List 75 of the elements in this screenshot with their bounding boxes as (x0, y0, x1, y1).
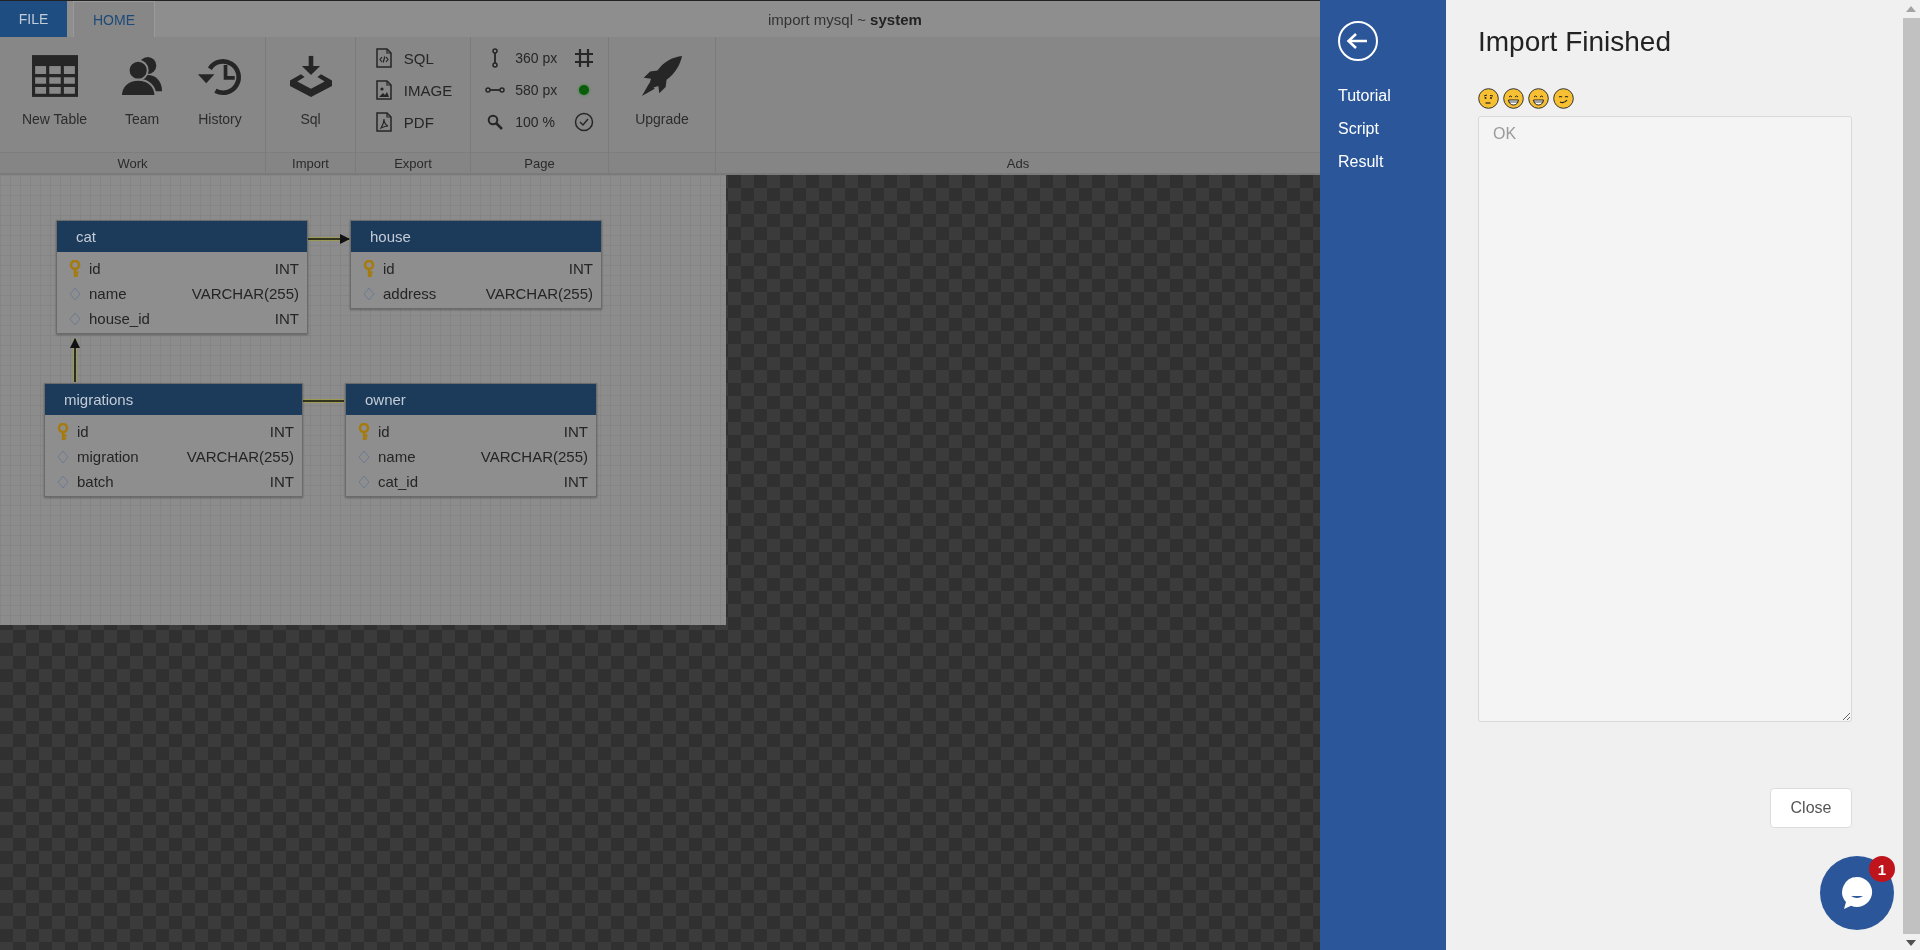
column-name: name (378, 448, 417, 465)
table-name: house (351, 221, 601, 252)
nav-link[interactable]: Result (1320, 145, 1446, 178)
column-type: VARCHAR(255) (186, 448, 294, 465)
table-name: migrations (45, 384, 302, 415)
relation-arrow (306, 234, 350, 244)
column-name: migration (77, 448, 140, 465)
group-label: Export (394, 155, 432, 171)
relation-line (301, 399, 345, 403)
table-card[interactable]: migrations id INT migration VARCHAR(255) batch INT (44, 383, 303, 497)
group-label: Page (524, 155, 555, 171)
ribbon-button[interactable]: Upgrade (631, 43, 693, 152)
column-name: name (89, 285, 128, 302)
group-label: Work (117, 155, 148, 171)
ribbon-tab[interactable]: FILE (0, 1, 67, 37)
column-name: house_id (89, 310, 151, 327)
column-name: id (89, 260, 102, 277)
export-button[interactable]: PDF (373, 109, 453, 135)
nav-link[interactable]: Tutorial (1320, 79, 1446, 112)
smiley-icon (1478, 88, 1499, 109)
dialog-title: Import Finished (1478, 26, 1672, 58)
nav-link[interactable]: Script (1320, 112, 1446, 145)
ribbon-button[interactable]: Sql (283, 43, 338, 152)
group-label: Import (292, 155, 329, 171)
export-button[interactable]: IMAGE (373, 77, 453, 103)
table-name: cat (57, 221, 307, 252)
page-setting[interactable]: 360 px (485, 45, 558, 71)
column-type: INT (269, 473, 294, 490)
scroll-down-icon (1906, 940, 1916, 946)
column-type: VARCHAR(255) (191, 285, 299, 302)
export-button[interactable]: SQL (373, 45, 453, 71)
table-card[interactable]: house id INT address VARCHAR(255) (350, 220, 602, 309)
column-name: batch (77, 473, 115, 490)
column-name: cat_id (378, 473, 420, 490)
grid-icon (573, 48, 594, 68)
ribbon-button[interactable]: History (193, 43, 247, 152)
code-file-icon (375, 48, 392, 68)
close-button[interactable]: Close (1770, 788, 1852, 828)
notification-badge: 1 (1869, 856, 1895, 882)
column-name: address (383, 285, 438, 302)
zoom-icon (487, 114, 504, 130)
smiley-icon (1503, 88, 1524, 109)
ribbon-tab[interactable]: HOME (73, 1, 155, 37)
column-type: INT (568, 260, 593, 277)
column-type: INT (274, 310, 299, 327)
column-type: INT (274, 260, 299, 277)
page-setting[interactable]: 100 % (485, 109, 558, 135)
ribbon-button[interactable]: New Table (17, 43, 92, 152)
group-label: Ads (1006, 155, 1030, 171)
tray-download-icon (287, 55, 334, 97)
page-setting[interactable]: 580 px (485, 77, 558, 103)
ribbon-button[interactable]: Team (115, 43, 170, 152)
smiley-icon (1553, 88, 1574, 109)
column-type: INT (269, 423, 294, 440)
result-field[interactable]: OK (1478, 116, 1852, 722)
table-card[interactable]: owner id INT name VARCHAR(255) cat_id INT (345, 383, 597, 497)
smiley-icon (1528, 88, 1549, 109)
column-type: INT (563, 473, 588, 490)
table-grid-icon (31, 55, 78, 97)
check-circle-icon (573, 112, 594, 132)
scroll-up-icon (1906, 6, 1916, 12)
table-card[interactable]: cat id INT name VARCHAR(255) house_id INT (56, 220, 308, 334)
chat-bubble-icon (1839, 875, 1875, 911)
column-name: id (77, 423, 90, 440)
pdf-file-icon (375, 112, 392, 132)
column-type: VARCHAR(255) (480, 448, 588, 465)
image-file-icon (375, 80, 392, 100)
table-name: owner (346, 384, 596, 415)
rocket-icon (639, 55, 685, 97)
column-name: id (383, 260, 396, 277)
column-name: id (378, 423, 391, 440)
column-type: INT (563, 423, 588, 440)
window-title: import mysql ~ system (768, 10, 922, 28)
relation-arrow (70, 338, 80, 383)
column-type: VARCHAR(255) (485, 285, 593, 302)
